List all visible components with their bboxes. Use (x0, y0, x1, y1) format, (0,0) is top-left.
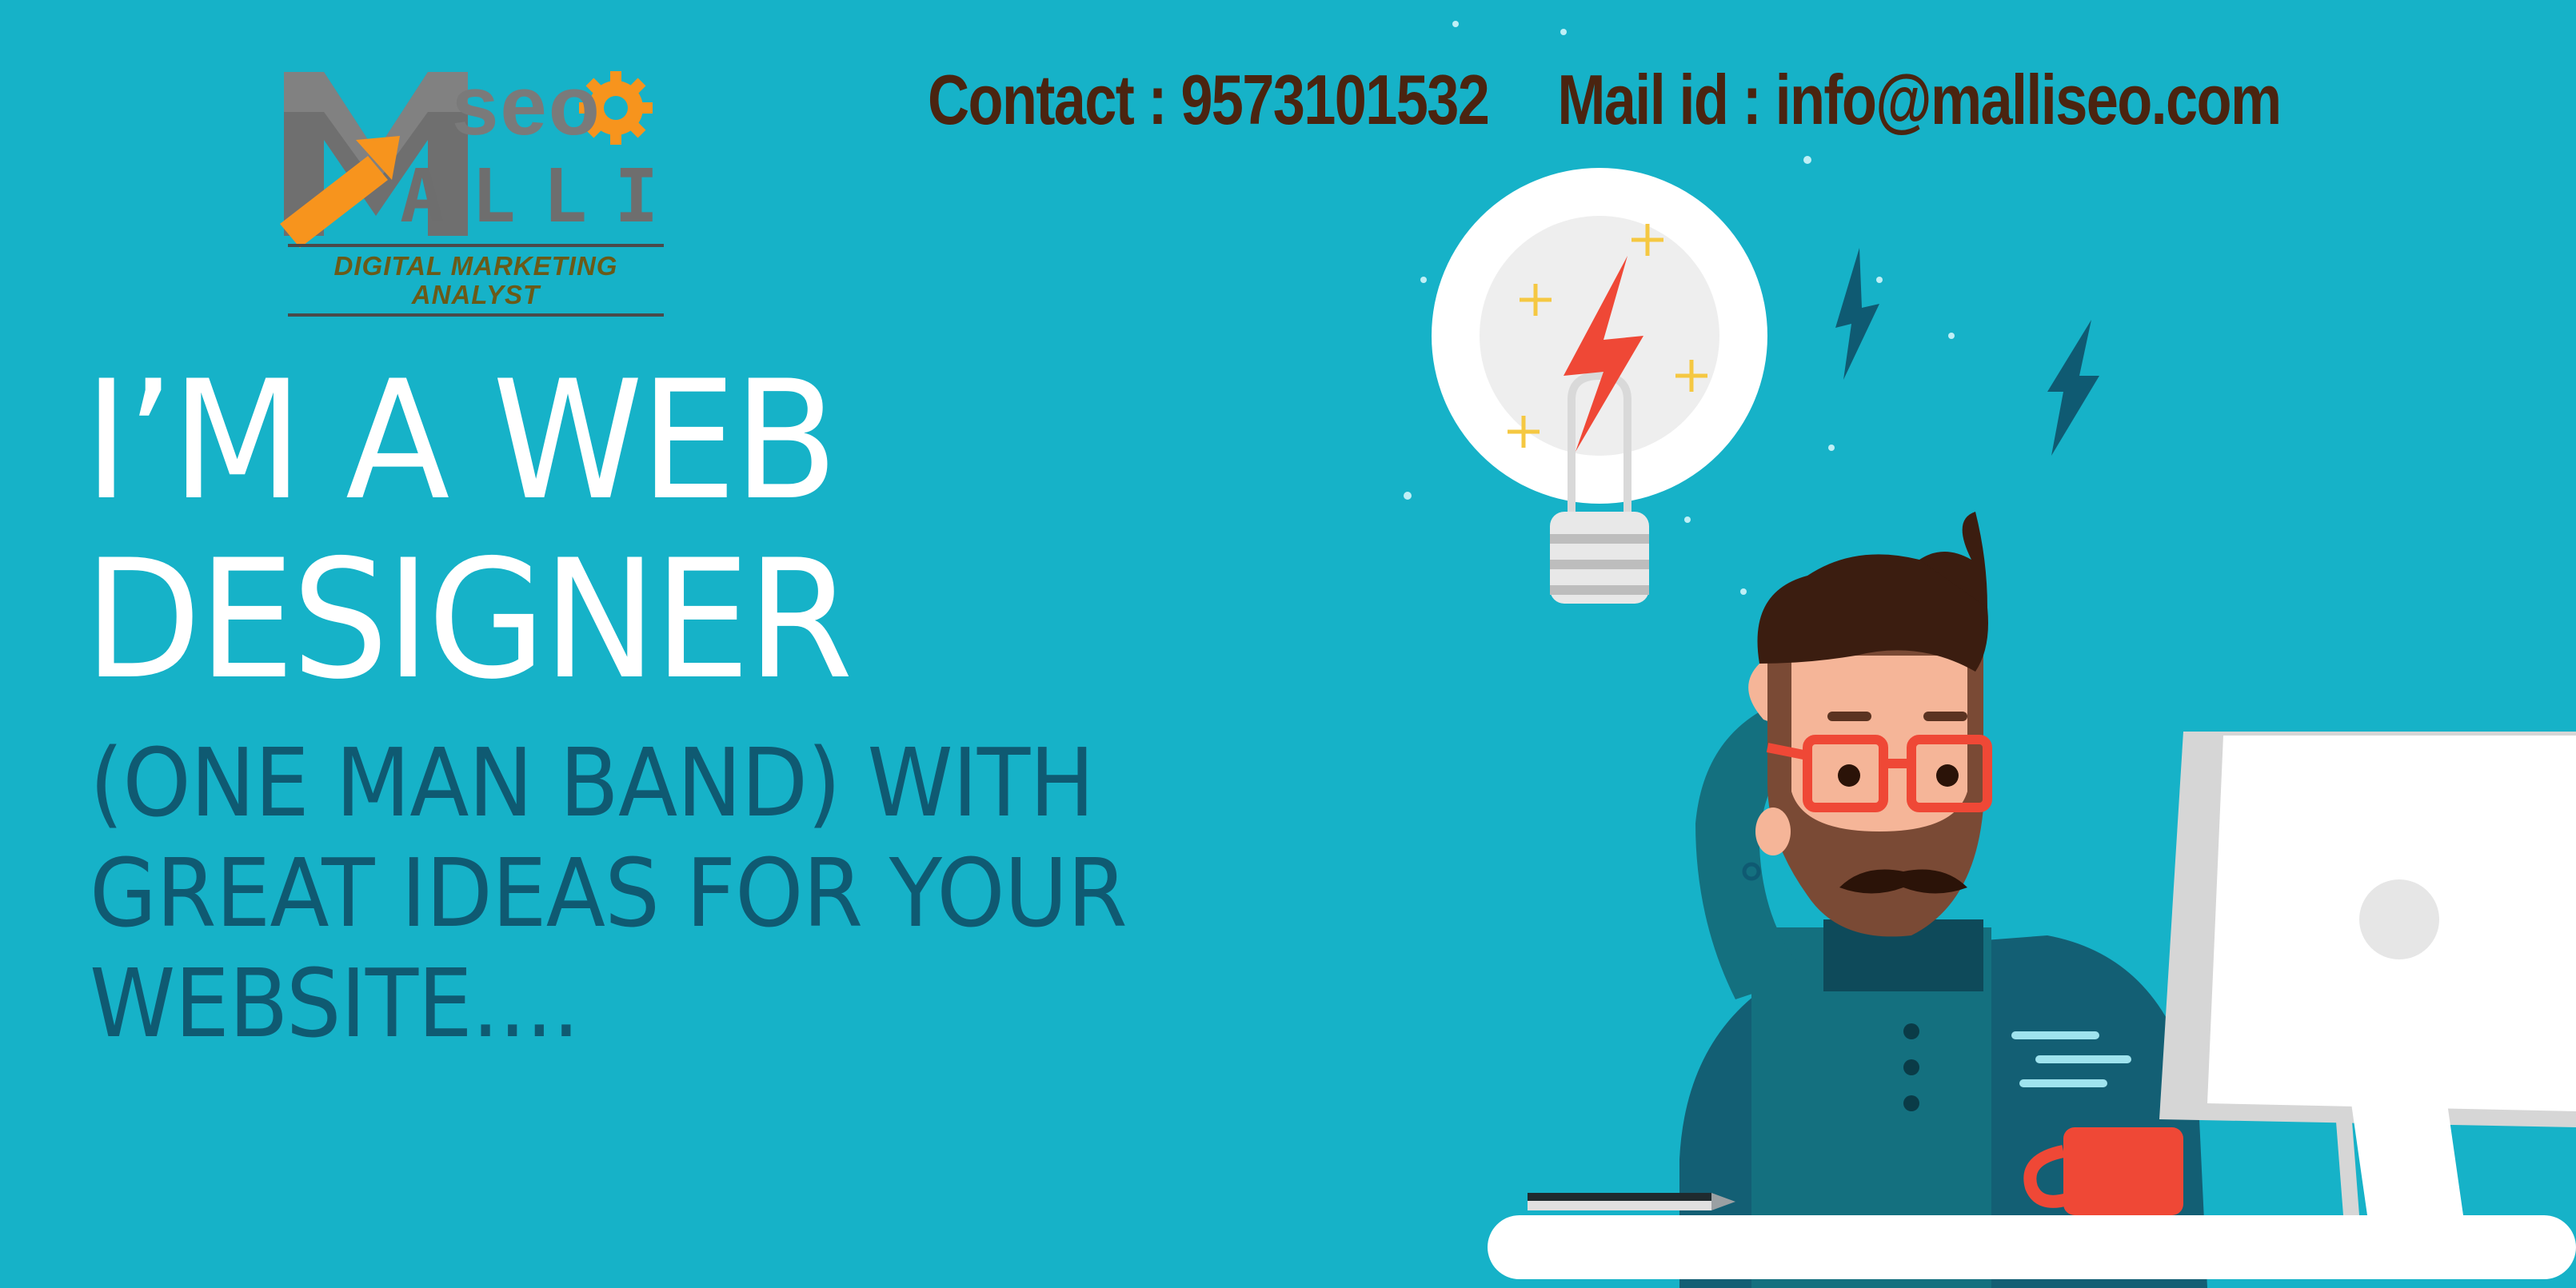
lightning-bolt-icon (2047, 320, 2099, 456)
brand-logo: seo ALLI DIGITAL MARKETING ANALYST (280, 59, 664, 317)
headline-line-1: I’M A WEB (84, 346, 838, 536)
lightbulb-icon (1432, 168, 1767, 604)
headline-line-2: DESIGNER (84, 525, 853, 716)
lightning-bolt-icon (1835, 248, 1879, 380)
designer-illustration (1404, 21, 2576, 1288)
subheadline-line-2: GREAT IDEAS FOR YOUR (90, 838, 1128, 948)
banner: seo ALLI DIGITAL MARKETING ANALYST Conta… (0, 0, 2576, 1288)
subheadline-line-3: WEBSITE.... (90, 948, 580, 1059)
logo-tagline: DIGITAL MARKETING ANALYST (288, 244, 664, 317)
subheadline-line-1: (ONE MAN BAND) WITH (90, 728, 1095, 838)
headline: I’M A WEB DESIGNER (84, 352, 1237, 710)
logo-seo-text: seo (452, 59, 601, 153)
pen-icon (1528, 1193, 1735, 1210)
subheadline: (ONE MAN BAND) WITH GREAT IDEAS FOR YOUR… (90, 728, 1267, 1059)
logo-name-text: ALLI (400, 154, 686, 239)
computer-monitor-icon (2159, 732, 2576, 1215)
